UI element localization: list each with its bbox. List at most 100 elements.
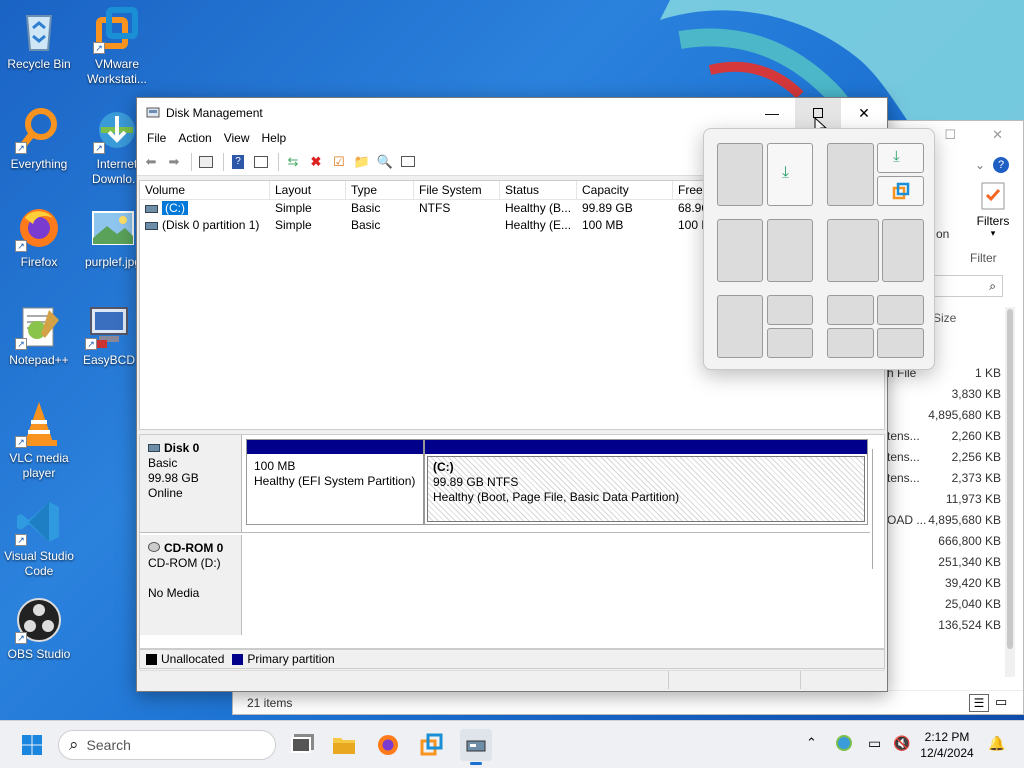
snap-zone-grid-br[interactable] <box>877 328 924 358</box>
help-button[interactable]: ? <box>228 152 248 172</box>
close-button[interactable]: ✕ <box>841 98 887 128</box>
scrollbar-thumb[interactable] <box>1007 309 1013 649</box>
minimize-button[interactable]: — <box>749 98 795 128</box>
expand-chevron-icon[interactable]: ⌄ <box>975 158 985 172</box>
file-size: 4,895,680 KB <box>928 513 1001 527</box>
menu-action[interactable]: Action <box>172 131 217 145</box>
snap-zone-half-left[interactable] <box>717 143 763 206</box>
explorer-search-box[interactable]: ⌕ <box>933 275 1003 297</box>
delete-button[interactable]: ✖ <box>306 152 326 172</box>
menu-help[interactable]: Help <box>256 131 293 145</box>
filters-button[interactable]: Filters ▾ <box>968 181 1018 239</box>
snap-zone-grid-tl[interactable] <box>827 295 874 325</box>
snap-zone-left[interactable] <box>827 143 874 206</box>
col-file-system[interactable]: File System <box>414 181 500 199</box>
explorer-maximize-icon[interactable]: ☐ <box>944 127 956 143</box>
desktop-icon-obs[interactable]: ↗ OBS Studio <box>0 596 78 662</box>
volume-muted-icon[interactable]: 🔇 <box>893 735 910 752</box>
desktop-icon-notepadpp[interactable]: ↗ Notepad++ <box>0 302 78 368</box>
tray-app-icon[interactable] <box>836 735 852 754</box>
task-view-button[interactable] <box>285 729 317 761</box>
clock[interactable]: 2:12 PM 12/4/2024 <box>916 729 978 761</box>
show-hidden-icons-button[interactable]: ⌃ <box>806 735 817 751</box>
size-column-header[interactable]: Size <box>933 311 956 325</box>
cdrom-0-info[interactable]: CD-ROM 0 CD-ROM (D:) No Media <box>140 535 242 635</box>
desktop-icon-label: Everything <box>10 157 68 171</box>
capacity-cell: 99.89 GB <box>582 201 633 215</box>
drive-icon <box>145 221 158 230</box>
file-size: 39,420 KB <box>944 576 1001 590</box>
snap-zone-third-left[interactable] <box>717 219 763 282</box>
snap-zone-quad-tr[interactable] <box>767 295 813 325</box>
disk-graphical-pane[interactable]: Disk 0 Basic 99.98 GB Online 100 MB Heal… <box>139 434 885 649</box>
taskbar-file-explorer[interactable] <box>328 729 360 761</box>
snap-zone-bottom-right[interactable] <box>877 176 924 206</box>
snap-zone-grid-tr[interactable] <box>877 295 924 325</box>
forward-button[interactable]: ➡ <box>164 152 184 172</box>
start-button[interactable] <box>16 729 48 761</box>
taskbar-vmware[interactable] <box>416 729 448 761</box>
partition-c[interactable]: (C:) 99.89 GB NTFS Healthy (Boot, Page F… <box>424 439 868 525</box>
taskbar-search[interactable]: ⌕ Search <box>58 730 276 760</box>
snap-zone-grid-bl[interactable] <box>827 328 874 358</box>
snap-zone-tall-left[interactable] <box>717 295 763 358</box>
properties-button[interactable] <box>251 152 271 172</box>
snap-zone-third-right[interactable] <box>767 219 813 282</box>
snap-zone-wide-left[interactable] <box>827 219 879 282</box>
col-layout[interactable]: Layout <box>270 181 346 199</box>
toolbar-separator <box>223 152 224 171</box>
toolbar-separator <box>191 152 192 171</box>
taskbar-firefox[interactable] <box>372 729 404 761</box>
desktop-icon-everything[interactable]: ↗ Everything <box>0 106 78 172</box>
type-cell: Basic <box>351 218 381 232</box>
notifications-bell-icon[interactable]: 🔔 <box>988 735 1005 752</box>
details-view-icon[interactable]: ☰ <box>969 694 989 712</box>
connect-button[interactable]: ⇆ <box>283 152 303 172</box>
taskbar-disk-management[interactable] <box>460 729 492 765</box>
col-type[interactable]: Type <box>346 181 414 199</box>
check-button[interactable]: ☑ <box>329 152 349 172</box>
size-column: 1 KB 3,830 KB 4,895,680 KB 2,260 KB 2,25… <box>893 363 1001 636</box>
desktop-icon-recycle-bin[interactable]: Recycle Bin <box>0 6 78 72</box>
search-folder-button[interactable]: 🔍 <box>375 152 395 172</box>
properties-icon <box>254 155 268 168</box>
explorer-scrollbar[interactable] <box>1005 307 1015 677</box>
desktop-icon-vmware[interactable]: ↗ VMware Workstati... <box>78 6 156 87</box>
network-icon[interactable]: ▭ <box>868 735 881 752</box>
col-capacity[interactable]: Capacity <box>577 181 673 199</box>
open-folder-button[interactable]: 📁 <box>352 152 372 172</box>
list-view-icon <box>401 156 415 167</box>
help-icon[interactable]: ? <box>993 157 1010 173</box>
view-list-button[interactable] <box>398 152 418 172</box>
partition-efi[interactable]: 100 MB Healthy (EFI System Partition) <box>246 439 424 525</box>
back-button[interactable]: ⬅ <box>141 152 161 172</box>
col-status[interactable]: Status <box>500 181 577 199</box>
status-pane <box>139 671 669 689</box>
search-icon: ⌕ <box>69 735 79 754</box>
explorer-close-icon[interactable]: ✕ <box>992 127 1003 143</box>
menu-file[interactable]: File <box>141 131 172 145</box>
type-cell: Basic <box>351 201 381 215</box>
col-volume[interactable]: Volume <box>140 181 270 199</box>
disk-state: No Media <box>148 586 200 600</box>
recycle-bin-icon <box>15 6 63 54</box>
desktop-icon-vlc[interactable]: ↗ VLC media player <box>0 400 78 481</box>
desktop-icon-firefox[interactable]: ↗ Firefox <box>0 204 78 270</box>
desktop-icon-label: OBS Studio <box>7 647 71 661</box>
disk-pane-scrollbar[interactable] <box>872 449 878 569</box>
snap-zone-half-right[interactable]: ⤓ <box>767 143 813 206</box>
file-size: 666,800 KB <box>938 534 1001 548</box>
disk-0-info[interactable]: Disk 0 Basic 99.98 GB Online <box>140 435 242 532</box>
snap-zone-narrow-right[interactable] <box>882 219 924 282</box>
menu-view[interactable]: View <box>218 131 256 145</box>
show-hide-console-tree-button[interactable] <box>196 152 216 172</box>
vscode-icon: ↗ <box>15 498 63 546</box>
snap-zone-quad-br[interactable] <box>767 328 813 358</box>
desktop-icon-vscode[interactable]: ↗ Visual Studio Code <box>0 498 78 579</box>
firefox-icon <box>378 735 398 755</box>
shortcut-arrow-icon: ↗ <box>15 632 27 644</box>
snap-zone-top-right[interactable]: ⤓ <box>877 143 924 173</box>
tiles-view-icon[interactable]: ▭ <box>995 694 1007 710</box>
file-size: 11,973 KB <box>945 492 1001 506</box>
file-system-cell: NTFS <box>419 201 451 215</box>
